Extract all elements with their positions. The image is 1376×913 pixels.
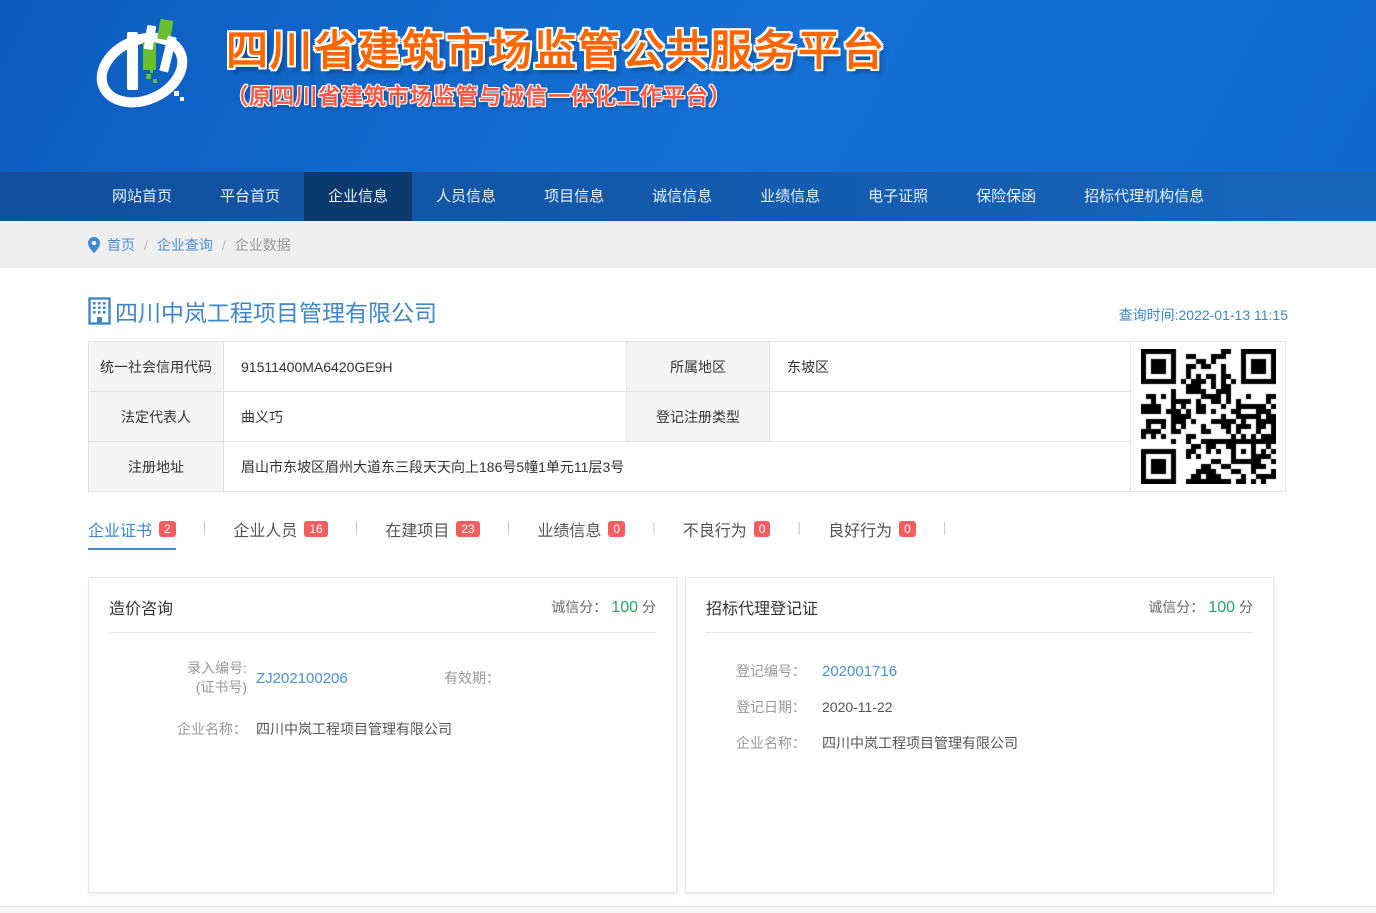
credit-score-value: 100 — [1208, 599, 1235, 616]
credit-score-label: 诚信分： — [551, 599, 607, 615]
tab-label: 良好行为 — [828, 517, 892, 541]
count-badge: 0 — [754, 521, 771, 537]
credit-score-unit: 分 — [642, 599, 656, 615]
nav-item-site-home[interactable]: 网站首页 — [88, 172, 196, 221]
field-label-registered-address: 注册地址 — [89, 442, 224, 492]
breadcrumb-current: 企业数据 — [235, 235, 291, 255]
registration-date-label: 登记日期： — [736, 697, 814, 717]
nav-item-platform-home[interactable]: 平台首页 — [196, 172, 304, 221]
count-badge: 16 — [304, 521, 327, 537]
location-pin-icon — [88, 237, 100, 253]
nav-item-performance-info[interactable]: 业绩信息 — [736, 172, 844, 221]
company-name-label: 企业名称： — [736, 733, 814, 753]
tab-separator: | — [507, 517, 511, 535]
field-value-region: 东坡区 — [770, 342, 1131, 392]
card-title: 招标代理登记证 — [706, 595, 818, 619]
tab-separator: | — [652, 517, 656, 535]
company-name-value: 四川中岚工程项目管理有限公司 — [256, 719, 452, 739]
site-header: 四川省建筑市场监管公共服务平台 （原四川省建筑市场监管与诚信一体化工作平台） — [0, 0, 1376, 172]
certificate-card-bidding-agency: 招标代理登记证 诚信分：100分 登记编号： 202001716 登记日期： 2… — [685, 577, 1274, 893]
tab-bad-behavior[interactable]: 不良行为 0 — [683, 517, 771, 550]
count-badge: 2 — [159, 521, 176, 537]
nav-item-ecert[interactable]: 电子证照 — [844, 172, 952, 221]
tab-separator: | — [355, 517, 359, 535]
count-badge: 0 — [608, 521, 625, 537]
field-value-registered-address: 眉山市东坡区眉州大道东三段天天向上186号5幢1单元11层3号 — [224, 442, 1131, 492]
tab-good-behavior[interactable]: 良好行为 0 — [828, 517, 916, 550]
credit-score-value: 100 — [611, 599, 638, 616]
field-label-credit-code: 统一社会信用代码 — [89, 342, 224, 392]
tab-label: 企业证书 — [88, 517, 152, 541]
registration-number-link[interactable]: 202001716 — [822, 663, 897, 680]
field-value-registration-type — [770, 392, 1131, 442]
tab-separator: | — [797, 517, 801, 535]
tab-bar: 企业证书 2 | 企业人员 16 | 在建项目 23 | 业绩信息 0 | 不良… — [88, 517, 1288, 550]
main-nav: 网站首页 平台首页 企业信息 人员信息 项目信息 诚信信息 业绩信息 电子证照 … — [0, 172, 1376, 221]
company-name-text: 四川中岚工程项目管理有限公司 — [115, 294, 437, 328]
company-info-table: 统一社会信用代码 91511400MA6420GE9H 所属地区 东坡区 法定代… — [88, 341, 1286, 492]
main-content: 四川中岚工程项目管理有限公司 查询时间:2022-01-13 11:15 统一社… — [88, 294, 1288, 893]
nav-item-personnel-info[interactable]: 人员信息 — [412, 172, 520, 221]
field-value-legal-rep: 曲义巧 — [224, 392, 627, 442]
count-badge: 23 — [456, 521, 479, 537]
tab-label: 不良行为 — [683, 517, 747, 541]
breadcrumb-separator: / — [144, 237, 148, 253]
query-time: 查询时间:2022-01-13 11:15 — [1119, 305, 1288, 328]
nav-item-credit-info[interactable]: 诚信信息 — [628, 172, 736, 221]
tab-enterprise-certificates[interactable]: 企业证书 2 — [88, 517, 176, 550]
tab-separator: | — [203, 517, 207, 535]
credit-score-label: 诚信分： — [1148, 599, 1204, 615]
registration-date-value: 2020-11-22 — [822, 699, 893, 715]
credit-score: 诚信分：100分 — [551, 597, 656, 617]
tab-performance-info[interactable]: 业绩信息 0 — [537, 517, 625, 550]
building-icon — [88, 297, 111, 325]
card-title: 造价咨询 — [109, 595, 173, 619]
tab-label: 业绩信息 — [537, 517, 601, 541]
field-value-credit-code: 91511400MA6420GE9H — [224, 342, 627, 392]
nav-item-project-info[interactable]: 项目信息 — [520, 172, 628, 221]
entry-number-label: 录入编号: (证书号) — [89, 659, 247, 697]
tab-label: 企业人员 — [233, 517, 297, 541]
qr-code — [1141, 349, 1276, 484]
count-badge: 0 — [899, 521, 916, 537]
breadcrumb: 首页 / 企业查询 / 企业数据 — [0, 221, 1376, 268]
qr-code-cell — [1131, 342, 1286, 492]
credit-score: 诚信分：100分 — [1148, 597, 1253, 617]
tab-separator: | — [943, 517, 947, 535]
company-name-label: 企业名称： — [89, 719, 247, 739]
company-name-heading: 四川中岚工程项目管理有限公司 — [88, 294, 437, 328]
validity-label: 有效期： — [444, 668, 500, 688]
nav-item-insurance[interactable]: 保险保函 — [952, 172, 1060, 221]
tab-enterprise-personnel[interactable]: 企业人员 16 — [233, 517, 327, 550]
nav-item-bidding-agency[interactable]: 招标代理机构信息 — [1060, 172, 1228, 221]
field-label-legal-rep: 法定代表人 — [89, 392, 224, 442]
field-label-region: 所属地区 — [627, 342, 770, 392]
tab-label: 在建项目 — [385, 517, 449, 541]
site-subtitle: （原四川省建筑市场监管与诚信一体化工作平台） — [226, 79, 886, 111]
registration-number-label: 登记编号： — [736, 661, 814, 681]
nav-item-enterprise-info[interactable]: 企业信息 — [304, 172, 412, 221]
company-name-value: 四川中岚工程项目管理有限公司 — [822, 733, 1018, 753]
breadcrumb-separator: / — [222, 237, 226, 253]
tab-projects-in-progress[interactable]: 在建项目 23 — [385, 517, 479, 550]
breadcrumb-enterprise-search[interactable]: 企业查询 — [157, 235, 213, 255]
certificate-number-link[interactable]: ZJ202100206 — [256, 670, 388, 687]
platform-logo-icon — [88, 12, 202, 122]
certificate-card-cost-consulting: 造价咨询 诚信分：100分 录入编号: (证书号) ZJ202100206 有效… — [88, 577, 677, 893]
breadcrumb-home[interactable]: 首页 — [107, 235, 135, 255]
site-title: 四川省建筑市场监管公共服务平台 — [226, 28, 886, 74]
field-label-registration-type: 登记注册类型 — [627, 392, 770, 442]
credit-score-unit: 分 — [1239, 599, 1253, 615]
